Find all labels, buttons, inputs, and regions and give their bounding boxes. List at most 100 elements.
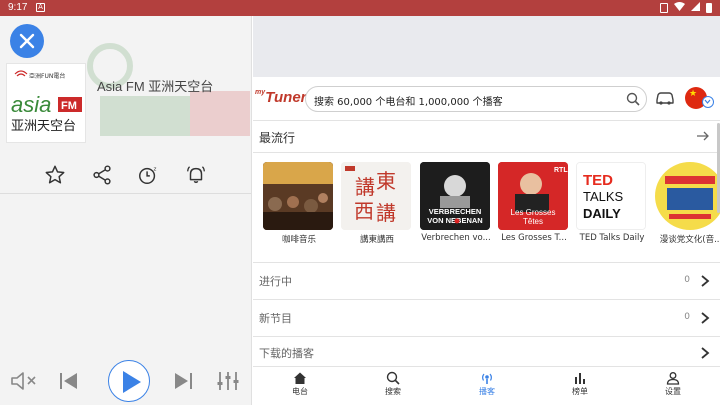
station-logo: 亞洲FUN電台 asia FM 亚洲天空台 [6, 63, 86, 143]
flag-star-icon: ★ [689, 89, 698, 99]
popular-item-caption: 咖啡音乐 [281, 235, 316, 245]
svg-text:TALKS: TALKS [583, 189, 624, 204]
popular-item-thumbnail [263, 162, 333, 230]
popular-section-title: 最流行 [259, 131, 296, 145]
popular-carousel: 咖啡音乐 講 東 西 講 講東講西 VERBRECHEN VON NEBENAN… [253, 162, 720, 254]
in-progress-row[interactable]: 进行中 0 [253, 263, 720, 299]
svg-text:講: 講 [355, 175, 375, 199]
alarm-bell-icon[interactable] [185, 164, 207, 186]
equalizer-icon[interactable] [216, 370, 240, 392]
downloaded-podcasts-row[interactable]: 下载的播客 [253, 337, 720, 366]
svg-text:z: z [154, 166, 157, 172]
popular-item[interactable]: VERBRECHEN VON NEBENAN Verbrechen vo... [420, 162, 491, 243]
home-icon [294, 372, 306, 384]
svg-text:VERBRECHEN: VERBRECHEN [429, 207, 482, 216]
close-player-button[interactable] [10, 24, 44, 58]
wifi-icon [674, 2, 685, 14]
popular-item[interactable]: 咖啡音乐 [263, 162, 333, 245]
browse-pane: myTuner 搜索 60,000 个电台和 1,000,000 个播客 ★ 最… [253, 16, 720, 405]
tab-charts[interactable]: 榜单 [555, 370, 605, 397]
now-playing-panel: 亞洲FUN電台 asia FM 亚洲天空台 Asia FM 亚洲天空台 z [0, 16, 252, 405]
user-icon [666, 372, 680, 385]
popular-item-thumbnail: VERBRECHEN VON NEBENAN [420, 162, 490, 230]
skip-previous-icon[interactable] [58, 370, 80, 392]
vibrate-icon [660, 3, 668, 13]
svg-text:講: 講 [376, 201, 396, 225]
popular-item-caption: Les Grosses T... [501, 233, 567, 243]
mute-volume-icon[interactable] [10, 370, 38, 392]
popular-item-thumbnail: TED TALKS DAILY [576, 162, 646, 230]
svg-text:西: 西 [354, 199, 374, 223]
country-dropdown-icon[interactable] [702, 96, 714, 108]
popular-item-thumbnail: 講 東 西 講 [341, 162, 411, 230]
tab-label: 播客 [479, 387, 495, 396]
play-button[interactable] [108, 360, 150, 402]
popular-item[interactable]: TED TALKS DAILY TED Talks Daily [576, 162, 646, 243]
background-watermark [87, 43, 250, 136]
search-bar[interactable]: 搜索 60,000 个电台和 1,000,000 个播客 [305, 86, 647, 112]
row-count: 0 [684, 312, 690, 322]
popular-item[interactable]: RTL Les Grosses Têtes Les Grosses T... [498, 162, 568, 243]
tab-settings[interactable]: 设置 [648, 370, 698, 397]
popular-item-caption: TED Talks Daily [579, 233, 645, 243]
popular-item-caption: 漫谈党文化(音... [659, 235, 720, 245]
svg-text:Têtes: Têtes [523, 217, 543, 226]
battery-icon [706, 3, 712, 13]
chevron-right-icon [701, 347, 710, 359]
svg-text:東: 東 [376, 169, 396, 193]
chevron-right-icon [701, 312, 710, 324]
row-label: 进行中 [259, 275, 292, 288]
popular-item[interactable]: 講 東 西 講 講東講西 [341, 162, 411, 245]
close-icon [19, 33, 35, 49]
top-backdrop [253, 16, 720, 77]
player-actions: z [0, 158, 251, 194]
popular-item-caption: Verbrechen vo... [421, 233, 491, 243]
play-icon [123, 371, 141, 393]
row-label: 新节目 [259, 312, 292, 325]
popular-see-all-arrow-icon[interactable] [696, 131, 710, 141]
logo-badge-text: FM [61, 100, 77, 112]
app-brand-name: Tuner [265, 89, 307, 106]
tab-label: 搜索 [385, 387, 401, 396]
podcast-icon [482, 373, 492, 384]
logo-small-text: 亞洲FUN電台 [29, 72, 65, 80]
tab-radio[interactable]: 电台 [275, 370, 325, 397]
search-icon [386, 371, 400, 385]
row-label: 下载的播客 [259, 347, 314, 360]
row-count: 0 [684, 275, 690, 285]
svg-text:TED: TED [583, 172, 613, 189]
tab-podcasts[interactable]: 播客 [462, 370, 512, 397]
svg-text:DAILY: DAILY [583, 206, 621, 221]
favorite-star-icon[interactable] [44, 164, 66, 186]
search-placeholder: 搜索 60,000 个电台和 1,000,000 个播客 [314, 97, 503, 108]
svg-text:RTL: RTL [554, 167, 568, 174]
bottom-tab-bar: 电台 搜索 播客 榜单 设置 [253, 366, 720, 405]
popular-item-caption: 講東講西 [359, 235, 394, 245]
new-episodes-row[interactable]: 新节目 0 [253, 300, 720, 336]
divider [253, 152, 720, 153]
svg-text:Les Grosses: Les Grosses [511, 208, 556, 217]
chart-icon [575, 373, 585, 384]
chevron-right-icon [701, 275, 710, 287]
system-icons [660, 2, 712, 14]
popular-item-thumbnail: RTL Les Grosses Têtes [498, 162, 568, 230]
status-time: 9:17 [8, 2, 28, 13]
tab-search[interactable]: 搜索 [368, 370, 418, 397]
tab-label: 榜单 [572, 387, 588, 396]
app-header: myTuner 搜索 60,000 个电台和 1,000,000 个播客 ★ [253, 77, 720, 121]
sleep-timer-icon[interactable]: z [137, 164, 159, 186]
station-name: Asia FM 亚洲天空台 [97, 79, 214, 94]
car-mode-icon[interactable] [655, 90, 675, 106]
share-icon[interactable] [91, 164, 113, 186]
status-bar: 9:17 A [0, 0, 720, 16]
signal-icon [691, 2, 700, 14]
skip-next-icon[interactable] [172, 370, 194, 392]
popular-item-thumbnail [655, 162, 720, 230]
tab-label: 设置 [665, 387, 681, 396]
search-icon[interactable] [626, 92, 640, 106]
notification-app-icon: A [36, 3, 45, 12]
logo-subtitle-text: 亚洲天空台 [11, 119, 76, 134]
app-brand: myTuner [255, 89, 307, 106]
playback-controls [0, 360, 251, 405]
popular-item[interactable]: 漫谈党文化(音... [655, 162, 720, 245]
